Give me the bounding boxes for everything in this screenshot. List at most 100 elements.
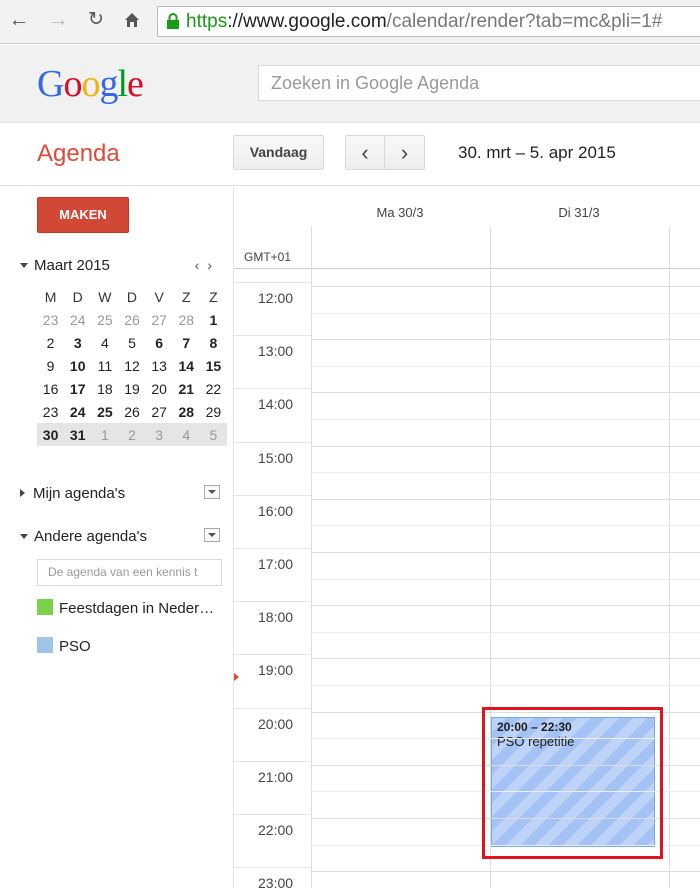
next-period-button[interactable]: › [385,135,425,170]
mini-calendar-day[interactable]: 17 [64,377,91,400]
app-title: Agenda [37,140,120,167]
mini-calendar-day[interactable]: 10 [64,354,91,377]
hour-label-divider [234,814,311,815]
mini-calendar-day[interactable]: 3 [64,331,91,354]
mini-prev-month-button[interactable]: ‹ [195,257,208,273]
mini-calendar-day[interactable]: 24 [64,308,91,331]
google-header: Google Zoeken in Google Agenda [0,45,700,123]
mini-calendar-day[interactable]: 23 [37,400,64,423]
other-calendars-dropdown-icon[interactable] [204,528,220,542]
mini-calendar-day[interactable]: 2 [118,423,146,446]
mini-calendar-day[interactable]: 28 [173,308,200,331]
hour-label: 19:00 [258,662,294,678]
hour-line [311,552,700,553]
logo-letter: o [63,63,82,105]
highlight-box [482,707,663,859]
calendar-item-pso[interactable]: PSO [37,637,91,655]
mini-calendar-day[interactable]: 1 [91,423,119,446]
mini-calendar-day[interactable]: 26 [118,308,145,331]
mini-calendar-day[interactable]: 11 [91,354,118,377]
mini-calendar-day[interactable]: 2 [37,331,64,354]
mini-calendar-week: 16 17 18 19 20 21 22 [37,377,227,400]
search-input[interactable]: Zoeken in Google Agenda [258,65,700,101]
forward-arrow-icon[interactable]: → [47,8,69,32]
add-colleague-calendar-input[interactable]: De agenda van een kennis t [37,559,222,586]
date-range-label: 30. mrt – 5. apr 2015 [458,143,616,162]
mini-calendar-day[interactable]: 25 [91,308,118,331]
mini-calendar-day[interactable]: 9 [37,354,64,377]
hour-line [311,339,700,340]
mini-calendar-week: 2345678 [37,331,227,354]
weekday-label: D [72,288,83,305]
mini-calendar-header: Maart 2015 ‹› [20,257,230,277]
mini-calendar-day[interactable]: 13 [146,354,173,377]
calendar-item-holidays[interactable]: Feestdagen in Neder… [37,599,214,617]
mini-calendar-day[interactable]: 26 [118,400,145,423]
mini-calendar-day[interactable]: 21 [173,377,200,400]
mini-calendar-day[interactable]: 25 [91,400,118,423]
mini-calendar-day[interactable]: 5 [199,423,227,446]
day-header-monday[interactable]: Ma 30/3 [311,205,489,220]
weekday-label: W [98,288,112,305]
other-calendars-section[interactable]: Andere agenda's [20,528,225,545]
previous-period-button[interactable]: ‹ [345,135,385,170]
address-bar[interactable]: https://www.google.com/calendar/render?t… [157,6,700,37]
hour-label: 21:00 [258,769,294,785]
mini-calendar-day[interactable]: 3 [145,423,173,446]
all-day-row[interactable] [234,227,700,269]
mini-next-month-button[interactable]: › [207,257,220,273]
browser-toolbar: ← → ↻ https://www.google.com/calendar/re… [0,0,700,44]
mini-calendar: MDWDVZZ 23 24 25 26 27 28 1 2 3 4 5 6 7 8 9 10 11 12 13 14 1… [37,285,227,446]
hour-line [311,499,700,500]
mini-calendar-day[interactable]: 1 [200,308,227,331]
mini-calendar-day[interactable]: 30 [37,423,65,446]
mini-calendar-day[interactable]: 31 [64,423,92,446]
calendar-item-label: PSO [59,638,91,655]
mini-calendar-day[interactable]: 15 [200,354,227,377]
mini-calendar-day[interactable]: 22 [200,377,227,400]
hour-label-divider [234,335,311,336]
my-calendars-dropdown-icon[interactable] [204,485,220,499]
hour-line [311,871,700,872]
my-calendars-section[interactable]: Mijn agenda's [20,485,225,502]
half-hour-line [311,472,700,473]
logo-letter: l [117,63,128,105]
mini-calendar-day[interactable]: 4 [172,423,200,446]
mini-calendar-day[interactable]: 12 [118,354,145,377]
google-logo[interactable]: Google [37,62,144,106]
mini-calendar-day[interactable]: 29 [200,400,227,423]
mini-calendar-day[interactable]: 16 [37,377,64,400]
mini-calendar-day[interactable]: 14 [173,354,200,377]
hour-line [311,286,700,287]
collapse-triangle-icon[interactable] [20,263,28,268]
mini-calendar-day[interactable]: 24 [64,400,91,423]
mini-calendar-day[interactable]: 20 [146,377,173,400]
logo-letter: g [99,63,118,105]
mini-calendar-day[interactable]: 4 [91,331,118,354]
mini-calendar-day[interactable]: 18 [91,377,118,400]
mini-calendar-day[interactable]: 5 [118,331,145,354]
half-hour-line [311,366,700,367]
weekday-label: M [44,288,57,305]
mini-calendar-day[interactable]: 27 [146,308,173,331]
url-path: /calendar/render?tab=mc&pli=1# [386,11,663,32]
mini-calendar-day[interactable]: 27 [146,400,173,423]
day-header-tuesday[interactable]: Di 31/3 [490,205,668,220]
hour-line [311,392,700,393]
mini-calendar-day[interactable]: 7 [173,331,200,354]
create-event-button[interactable]: MAKEN [37,197,129,233]
home-icon[interactable] [121,8,143,32]
today-button[interactable]: Vandaag [233,135,324,170]
hour-line [311,605,700,606]
mini-calendar-day[interactable]: 28 [173,400,200,423]
mini-calendar-day[interactable]: 23 [37,308,64,331]
half-hour-line [311,632,700,633]
mini-calendar-day[interactable]: 6 [146,331,173,354]
url-host: ://www.google.com [227,11,387,32]
reload-icon[interactable]: ↻ [85,8,107,32]
hour-line [311,658,700,659]
hour-label-divider [234,388,311,389]
mini-calendar-day[interactable]: 19 [118,377,145,400]
mini-calendar-day[interactable]: 8 [200,331,227,354]
back-arrow-icon[interactable]: ← [8,8,30,32]
